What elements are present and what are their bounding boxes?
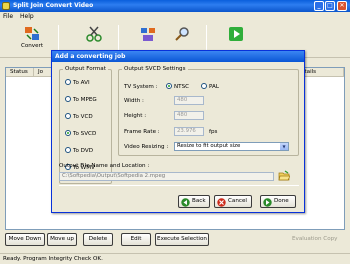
radio-pal-label: PAL <box>209 84 219 90</box>
magnifier-icon <box>175 27 189 41</box>
forward-arrow-icon <box>263 198 272 207</box>
done-button[interactable]: Done <box>260 195 296 208</box>
radio-mpeg-label: To MPEG <box>73 97 97 103</box>
dialog-title: Add a converting job <box>52 51 304 62</box>
close-button[interactable]: ✕ <box>337 1 347 11</box>
done-label: Done <box>274 198 289 204</box>
radio-svcd[interactable]: To SVCD <box>65 129 97 138</box>
video-resizing-label: Video Resizing : <box>124 144 169 150</box>
width-field[interactable]: 480 <box>174 96 204 105</box>
menu-file[interactable]: File <box>3 12 13 22</box>
cancel-label: Cancel <box>228 198 247 204</box>
maximize-button[interactable]: □ <box>325 1 335 11</box>
output-format-label: Output Format <box>63 66 108 72</box>
height-label: Height : <box>124 113 147 119</box>
radio-svcd-label: To SVCD <box>73 131 97 137</box>
radio-vcd-label: To VCD <box>73 114 93 120</box>
radio-ntsc[interactable]: NTSC <box>166 82 190 91</box>
move-up-button[interactable]: Move up <box>47 233 77 246</box>
toolbar-separator <box>118 25 119 53</box>
play-icon <box>229 27 243 41</box>
toolbar-separator <box>58 25 59 53</box>
cancel-button[interactable]: Cancel <box>214 195 252 208</box>
menu-help[interactable]: Help <box>20 12 34 22</box>
back-label: Back <box>192 198 206 204</box>
cancel-icon <box>217 198 226 207</box>
edit-button[interactable]: Edit <box>121 233 151 246</box>
move-down-button[interactable]: Move Down <box>5 233 45 246</box>
output-file-label: Output File Name and Location : <box>59 163 150 169</box>
radio-vcd[interactable]: To VCD <box>65 112 93 121</box>
radio-mpeg[interactable]: To MPEG <box>65 95 97 104</box>
evaluation-label: Evaluation Copy <box>292 236 338 242</box>
toolbar-separator <box>206 25 207 53</box>
convert-icon <box>25 27 39 40</box>
delete-button[interactable]: Delete <box>83 233 113 246</box>
back-arrow-icon <box>181 198 190 207</box>
folder-open-icon[interactable] <box>278 170 290 182</box>
radio-pal[interactable]: PAL <box>201 82 219 91</box>
convert-label: Convert <box>20 43 44 49</box>
menu-bar: File Help <box>0 12 350 22</box>
chevron-down-icon[interactable]: ▼ <box>280 143 288 150</box>
fps-unit: fps <box>209 129 218 135</box>
frame-rate-label: Frame Rate : <box>124 129 160 135</box>
radio-dvd-label: To DVD <box>73 148 94 154</box>
svcd-settings-label: Output SVCD Settings <box>122 66 188 72</box>
radio-avi[interactable]: To AVI <box>65 78 90 87</box>
height-field[interactable]: 480 <box>174 111 204 120</box>
execute-selection-button[interactable]: Execute Selection <box>155 233 209 246</box>
video-resizing-value: Resize to fit output size <box>177 143 241 149</box>
radio-ntsc-label: NTSC <box>174 84 190 90</box>
output-path-field[interactable]: C:\Softpedia\Output\Softpedia 2.mpeg <box>59 172 274 181</box>
column-status[interactable]: Status <box>6 68 34 77</box>
window-title: Split Join Convert Video <box>13 2 94 9</box>
status-bar: Ready. Program Integrity Check OK. <box>0 253 350 264</box>
app-icon <box>2 2 10 10</box>
tv-system-label: TV System : <box>124 84 158 90</box>
window-titlebar: Split Join Convert Video _ □ ✕ <box>0 0 350 12</box>
add-job-dialog: Add a converting job Output Format To AV… <box>51 50 305 213</box>
width-label: Width : <box>124 98 144 104</box>
join-icon <box>141 28 155 41</box>
back-button[interactable]: Back <box>178 195 210 208</box>
frame-rate-field[interactable]: 23.976 <box>174 127 204 136</box>
dialog-divider <box>59 185 299 186</box>
minimize-button[interactable]: _ <box>314 1 324 11</box>
convert-button[interactable]: Convert <box>14 24 50 56</box>
video-resizing-select[interactable]: Resize to fit output size ▼ <box>174 142 289 151</box>
radio-dvd[interactable]: To DVD <box>65 146 94 155</box>
scissors-icon <box>86 26 102 42</box>
radio-avi-label: To AVI <box>73 80 90 86</box>
